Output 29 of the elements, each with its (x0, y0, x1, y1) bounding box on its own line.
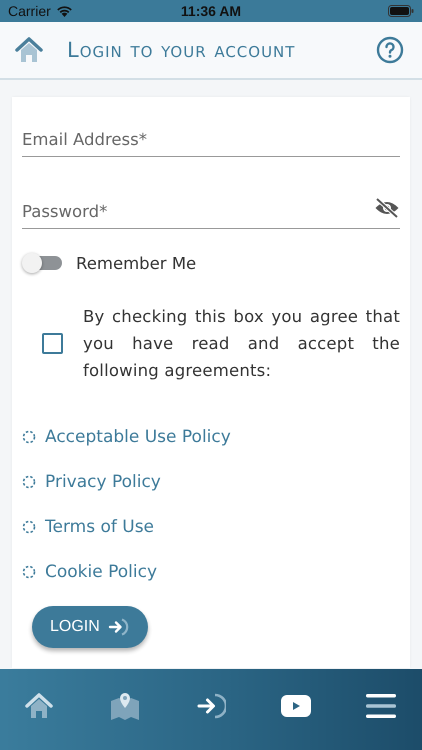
menu-icon[interactable] (366, 692, 396, 718)
agreement-checkbox[interactable] (42, 333, 63, 354)
battery-icon (388, 5, 414, 17)
login-button[interactable]: LOGIN (32, 606, 148, 648)
policy-link[interactable]: Cookie Policy (45, 562, 158, 582)
arrow-icon (108, 617, 130, 637)
input-field[interactable]: Email Address* (22, 118, 400, 153)
wifi-icon (56, 5, 73, 17)
agreement-text: By checking this box you agree that you have read and accept the following agreements: (83, 306, 400, 382)
map-pin-icon[interactable] (109, 690, 142, 720)
dashed-circle-icon (22, 474, 36, 488)
login-arrow-icon[interactable] (196, 692, 226, 720)
policy-link[interactable]: Terms of Use (45, 516, 154, 536)
remember-toggle[interactable] (22, 253, 62, 273)
policy-link[interactable]: Privacy Policy (45, 472, 161, 492)
help-icon[interactable] (376, 36, 404, 64)
clock-time: 11:36 AM (180, 3, 242, 19)
home-icon[interactable] (13, 36, 45, 64)
page-title: Login to your account (67, 38, 296, 62)
dashed-circle-icon (22, 430, 36, 444)
policy-link[interactable]: Acceptable Use Policy (45, 426, 231, 446)
carrier-label: Carrier (8, 3, 51, 19)
input-field[interactable]: Password* (22, 190, 374, 225)
dashed-circle-icon (22, 520, 36, 534)
play-video-icon[interactable] (280, 694, 312, 718)
home-icon[interactable] (23, 692, 55, 720)
eye-off-icon[interactable] (374, 198, 400, 218)
remember-label: Remember Me (76, 254, 196, 272)
dashed-circle-icon (22, 564, 36, 578)
